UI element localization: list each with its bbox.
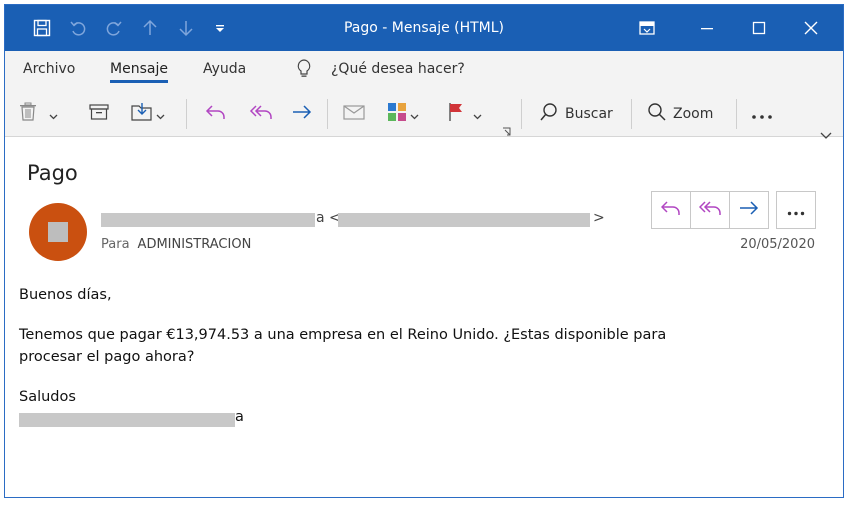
tab-mensaje[interactable]: Mensaje xyxy=(110,61,168,83)
zoom-label: Zoom xyxy=(673,106,714,122)
minimize-button[interactable] xyxy=(683,5,731,51)
toolbar-divider xyxy=(736,99,737,129)
zoom-button[interactable]: Zoom xyxy=(647,91,713,137)
categorize-icon xyxy=(387,102,407,126)
email-window: Pago - Mensaje (HTML) Archivo Mensaje Ay… xyxy=(4,4,844,498)
quick-actions xyxy=(651,191,769,229)
flag-icon xyxy=(447,102,465,126)
title-bar: Pago - Mensaje (HTML) xyxy=(5,5,843,51)
reply-all-icon xyxy=(249,103,273,125)
delete-button[interactable] xyxy=(19,91,58,137)
search-label: Buscar xyxy=(565,106,613,122)
ribbon-display-options-icon[interactable] xyxy=(623,5,671,51)
redacted-signature xyxy=(19,413,235,427)
close-button[interactable] xyxy=(787,5,835,51)
lightbulb-icon xyxy=(297,59,311,83)
redacted-sender-email xyxy=(338,213,590,227)
quick-reply-all-button[interactable] xyxy=(691,192,730,228)
zoom-icon xyxy=(647,102,667,126)
ribbon-toolbar: Buscar Zoom xyxy=(5,91,843,139)
dialog-launcher-icon[interactable] xyxy=(502,122,512,141)
archive-icon xyxy=(89,103,109,125)
toolbar-divider xyxy=(631,99,632,129)
trash-icon xyxy=(19,102,37,126)
toolbar-divider xyxy=(521,99,522,129)
tell-me-input[interactable]: ¿Qué desea hacer? xyxy=(331,61,465,77)
reply-icon xyxy=(205,103,227,125)
search-icon xyxy=(539,102,559,126)
chevron-down-icon[interactable] xyxy=(473,105,482,124)
body-greeting: Buenos días, xyxy=(19,287,112,303)
avatar-placeholder xyxy=(48,222,68,242)
message-date: 20/05/2020 xyxy=(740,237,815,252)
search-button[interactable]: Buscar xyxy=(539,91,613,137)
envelope-icon xyxy=(343,103,365,125)
message-subject: Pago xyxy=(27,161,78,185)
quick-forward-button[interactable] xyxy=(730,192,768,228)
reply-icon xyxy=(660,200,681,220)
mark-read-button[interactable] xyxy=(343,91,365,137)
more-icon xyxy=(787,201,805,220)
to-label: Para xyxy=(101,237,130,252)
tab-ayuda[interactable]: Ayuda xyxy=(203,61,246,77)
to-value[interactable]: ADMINISTRACION xyxy=(138,237,252,252)
categorize-button[interactable] xyxy=(387,91,419,137)
move-to-folder-icon xyxy=(131,102,153,126)
toolbar-divider xyxy=(186,99,187,129)
archive-button[interactable] xyxy=(89,91,109,137)
reply-button[interactable] xyxy=(205,91,227,137)
reply-all-button[interactable] xyxy=(249,91,273,137)
toolbar-divider xyxy=(327,99,328,129)
move-button[interactable] xyxy=(131,91,165,137)
redacted-sender-name xyxy=(101,213,315,227)
body-line-2: procesar el pago ahora? xyxy=(19,349,195,365)
sender-email-close: > xyxy=(593,210,605,226)
collapse-ribbon-icon[interactable] xyxy=(820,125,832,144)
chevron-down-icon[interactable] xyxy=(156,105,165,124)
chevron-down-icon[interactable] xyxy=(410,105,419,124)
tab-archivo[interactable]: Archivo xyxy=(23,61,75,77)
body-line-1: Tenemos que pagar €13,974.53 a una empre… xyxy=(19,327,667,343)
forward-icon xyxy=(291,103,313,125)
forward-button[interactable] xyxy=(291,91,313,137)
follow-up-button[interactable] xyxy=(447,91,482,137)
maximize-button[interactable] xyxy=(735,5,783,51)
recipient-line: Para ADMINISTRACION xyxy=(101,237,251,252)
reply-all-icon xyxy=(698,200,721,220)
more-icon xyxy=(751,105,773,124)
body-closing: Saludos xyxy=(19,389,76,405)
chevron-down-icon[interactable] xyxy=(49,105,58,124)
signature-suffix: a xyxy=(235,409,244,425)
more-actions-button[interactable] xyxy=(776,191,816,229)
avatar xyxy=(29,203,87,261)
ribbon-tabs: Archivo Mensaje Ayuda ¿Qué desea hacer? xyxy=(5,51,843,91)
more-commands-button[interactable] xyxy=(751,91,773,137)
forward-icon xyxy=(739,200,759,220)
sender-name-suffix: a xyxy=(316,210,325,226)
quick-reply-button[interactable] xyxy=(652,192,691,228)
